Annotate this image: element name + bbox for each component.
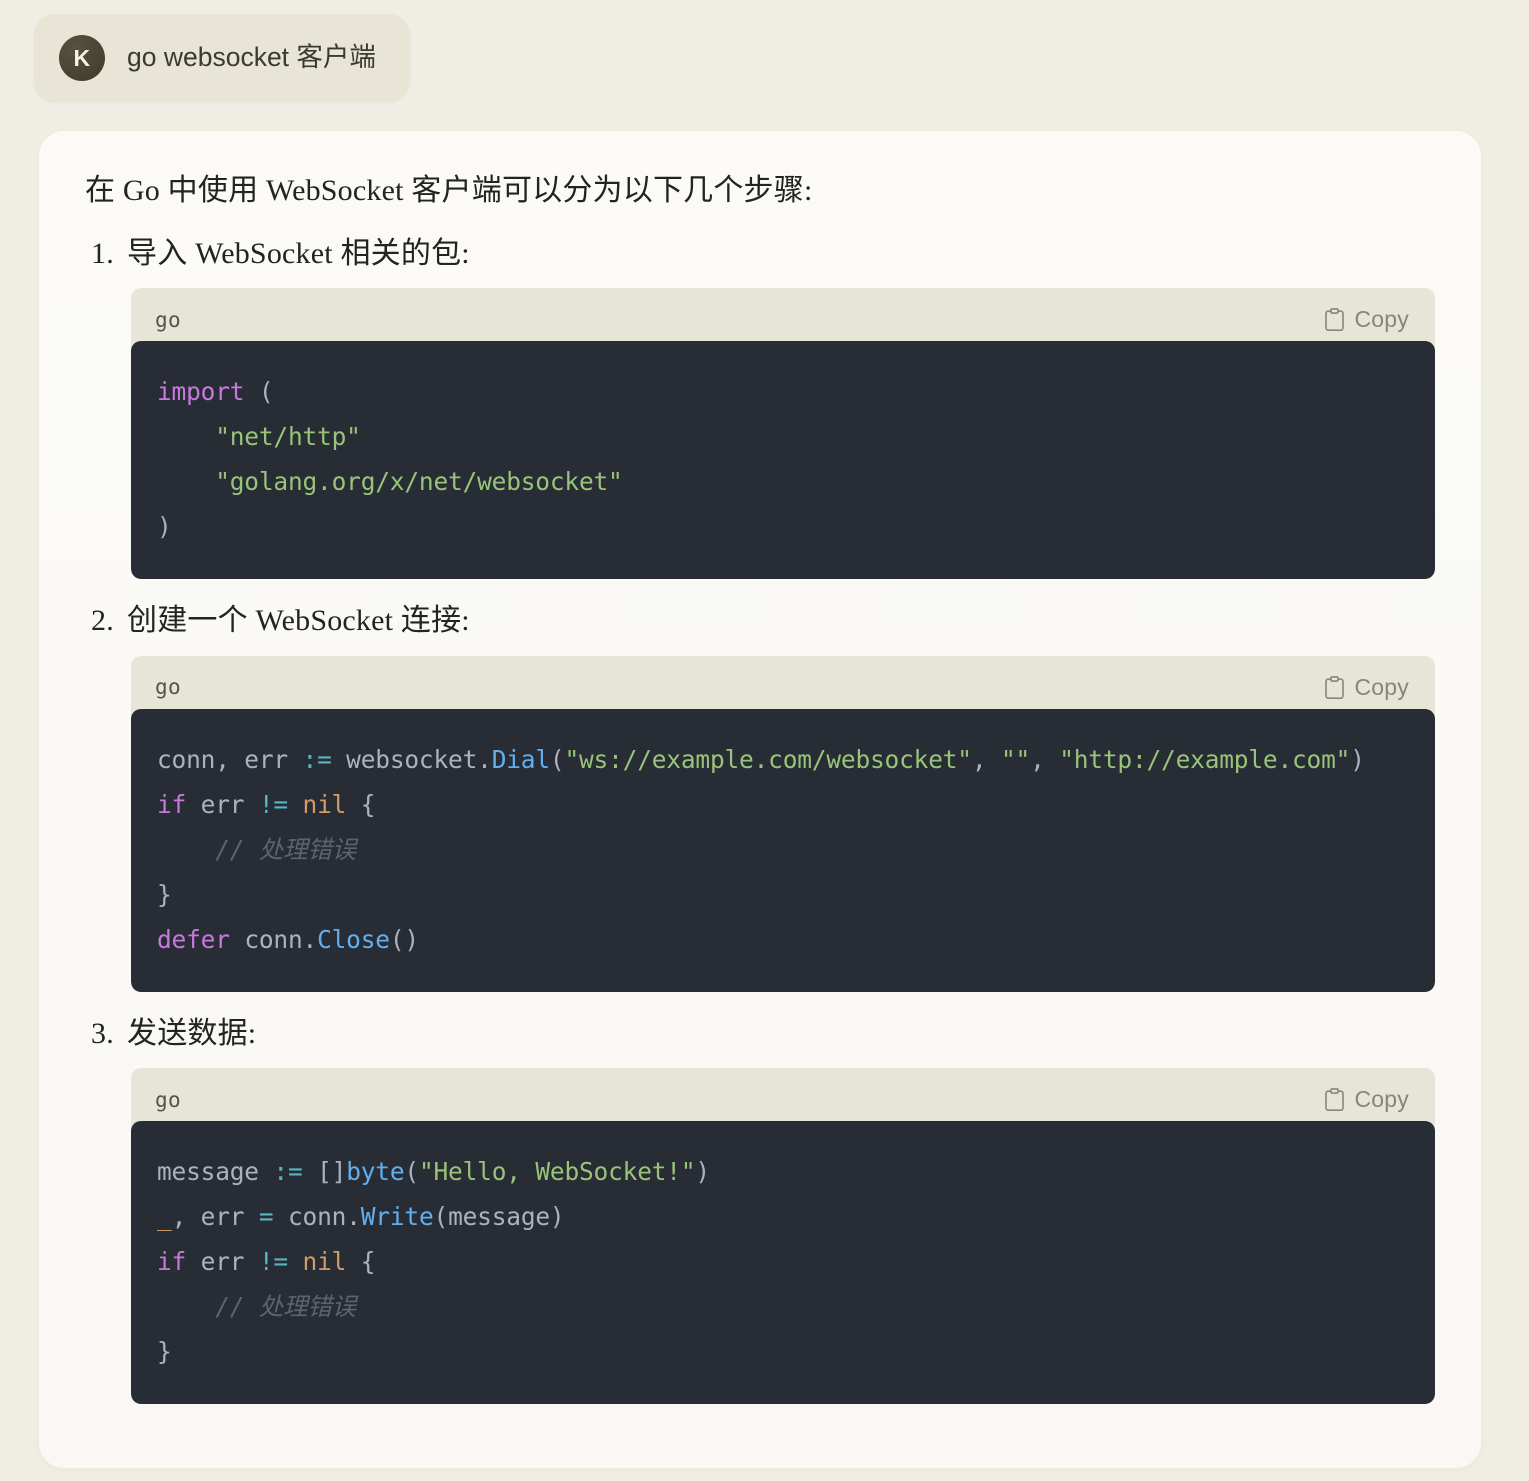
copy-button-label: Copy (1354, 1086, 1409, 1112)
code-block: go Copy import ( "net/http" "golang.org/ (131, 288, 1435, 579)
step-title: 导入 WebSocket 相关的包: (127, 236, 470, 270)
code-text[interactable]: message := []byte("Hello, WebSocket!") _… (157, 1149, 1409, 1374)
user-message-bubble: K go websocket 客户端 (34, 14, 410, 102)
code-body: import ( "net/http" "golang.org/x/net/we… (131, 341, 1435, 579)
copy-button-label: Copy (1354, 673, 1409, 700)
code-text[interactable]: conn, err := websocket.Dial("ws://exampl… (157, 737, 1409, 962)
step-title: 创建一个 WebSocket 连接: (127, 604, 470, 637)
code-body: message := []byte("Hello, WebSocket!") _… (131, 1121, 1435, 1404)
code-text[interactable]: import ( "net/http" "golang.org/x/net/we… (157, 369, 1409, 549)
copy-button[interactable]: Copy (1323, 1082, 1412, 1117)
clipboard-icon (1324, 675, 1344, 699)
code-block: go Copy message := []byte("Hello, WebSoc… (131, 1068, 1435, 1404)
copy-button[interactable]: Copy (1323, 302, 1412, 337)
list-item: 导入 WebSocket 相关的包: go Copy import ("net… (127, 234, 1435, 579)
step-title: 发送数据: (127, 1016, 257, 1050)
answer-intro: 在 Go 中使用 WebSocket 客户端可以分为以下几个步骤: (85, 174, 813, 207)
user-message-text: go websocket 客户端 (127, 42, 376, 73)
clipboard-icon (1324, 1088, 1344, 1112)
code-language-label: go (155, 1087, 182, 1112)
user-message-row: K go websocket 客户端 (0, 0, 1529, 102)
steps-list: 导入 WebSocket 相关的包: go Copy import ("net… (85, 234, 1435, 1404)
code-block: go Copy conn, err := websocket.Dial("ws:… (131, 655, 1435, 992)
code-language-label: go (155, 675, 182, 699)
copy-button[interactable]: Copy (1323, 670, 1412, 705)
list-item: 发送数据: go Copy message:= []byte("Hello, … (127, 1014, 1435, 1404)
copy-button-label: Copy (1354, 306, 1409, 332)
assistant-answer-card: 在 Go 中使用 WebSocket 客户端可以分为以下几个步骤: 导入 Web… (38, 130, 1482, 1469)
code-language-label: go (155, 307, 182, 332)
clipboard-icon (1324, 308, 1344, 332)
list-item: 创建一个 WebSocket 连接: go Copy conn, err:= … (127, 601, 1435, 992)
code-body: conn, err := websocket.Dial("ws://exampl… (131, 708, 1435, 992)
avatar: K (59, 35, 105, 81)
